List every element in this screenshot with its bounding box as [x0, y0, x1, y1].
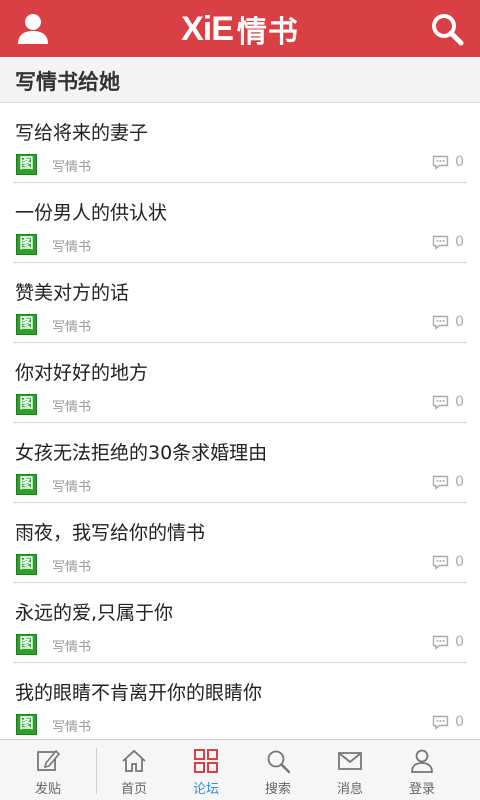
tab-label: 搜索: [264, 782, 291, 797]
post-title[interactable]: 你对好好的地方: [15, 358, 148, 385]
tab-label: 发贴: [34, 782, 61, 797]
tab-login[interactable]: 登录: [386, 740, 458, 800]
app-logo: XiE 情书: [160, 8, 320, 51]
list-item[interactable]: 赞美对方的话 图 写情书 0: [13, 263, 467, 343]
grid-icon: [194, 749, 218, 773]
post-title[interactable]: 一份男人的供认状: [15, 198, 167, 225]
comment-icon: [432, 635, 449, 650]
post-category[interactable]: 写情书: [52, 476, 91, 495]
tab-messages[interactable]: 消息: [314, 740, 386, 800]
comment-count-value: 0: [455, 474, 464, 490]
logo-latin: XiE: [181, 9, 234, 48]
section-title: 写情书给她: [15, 70, 120, 94]
image-tag-badge: 图: [16, 314, 37, 335]
post-category[interactable]: 写情书: [52, 636, 91, 655]
image-tag-badge: 图: [16, 234, 37, 255]
comment-count-value: 0: [455, 394, 464, 410]
user-icon: [18, 14, 48, 44]
image-tag-badge: 图: [16, 554, 37, 575]
comment-count-value: 0: [455, 634, 464, 650]
list-item[interactable]: 一份男人的供认状 图 写情书 0: [13, 183, 467, 263]
comment-count: 0: [432, 234, 464, 250]
edit-icon: [37, 749, 61, 771]
list-item[interactable]: 你对好好的地方 图 写情书 0: [13, 343, 467, 423]
post-category[interactable]: 写情书: [52, 236, 91, 255]
section-header: 写情书给她: [0, 57, 480, 103]
logo-chinese: 情书: [236, 15, 299, 50]
user-icon: [411, 749, 433, 773]
post-category[interactable]: 写情书: [52, 716, 91, 735]
tab-forum[interactable]: 论坛: [170, 740, 242, 800]
post-title[interactable]: 我的眼睛不肯离开你的眼睛你: [15, 678, 262, 705]
tab-post[interactable]: 发贴: [12, 740, 84, 800]
comment-icon: [432, 475, 449, 490]
post-category[interactable]: 写情书: [52, 316, 91, 335]
list-item[interactable]: 永远的爱,只属于你 图 写情书 0: [13, 583, 467, 663]
post-title[interactable]: 雨夜，我写给你的情书: [15, 518, 205, 545]
comment-count-value: 0: [455, 554, 464, 570]
comment-count: 0: [432, 714, 464, 730]
comment-count: 0: [432, 314, 464, 330]
comment-count: 0: [432, 394, 464, 410]
comment-count: 0: [432, 154, 464, 170]
comment-count-value: 0: [455, 154, 464, 170]
tab-label: 登录: [408, 782, 435, 797]
tab-search[interactable]: 搜索: [242, 740, 314, 800]
comment-count-value: 0: [455, 714, 464, 730]
comment-icon: [432, 555, 449, 570]
image-tag-badge: 图: [16, 714, 37, 735]
tab-home[interactable]: 首页: [98, 740, 170, 800]
tab-label: 论坛: [192, 782, 219, 797]
list-item[interactable]: 雨夜，我写给你的情书 图 写情书 0: [13, 503, 467, 583]
comment-count-value: 0: [455, 314, 464, 330]
comment-count-value: 0: [455, 234, 464, 250]
post-list: 写给将来的妻子 图 写情书 0 一份男人的供认状 图 写情书 0 赞美对方的话 …: [0, 103, 480, 739]
search-button[interactable]: [428, 10, 466, 48]
comment-count: 0: [432, 634, 464, 650]
comment-icon: [432, 715, 449, 730]
search-icon: [432, 14, 464, 46]
image-tag-badge: 图: [16, 474, 37, 495]
list-item[interactable]: 女孩无法拒绝的30条求婚理由 图 写情书 0: [13, 423, 467, 503]
comment-icon: [432, 235, 449, 250]
image-tag-badge: 图: [16, 154, 37, 175]
post-title[interactable]: 永远的爱,只属于你: [15, 598, 173, 625]
user-button[interactable]: [14, 10, 52, 48]
post-category[interactable]: 写情书: [52, 556, 91, 575]
search-icon: [267, 750, 291, 774]
mail-icon: [338, 752, 362, 770]
bottom-tab-bar: 发贴 首页 论坛 搜索 消息 登录: [0, 739, 480, 800]
top-app-bar: XiE 情书: [0, 0, 480, 57]
list-item[interactable]: 写给将来的妻子 图 写情书 0: [13, 103, 467, 183]
post-category[interactable]: 写情书: [52, 156, 91, 175]
comment-count: 0: [432, 474, 464, 490]
post-category[interactable]: 写情书: [52, 396, 91, 415]
post-title[interactable]: 赞美对方的话: [15, 278, 129, 305]
list-item[interactable]: 我的眼睛不肯离开你的眼睛你 图 写情书 0: [13, 663, 467, 739]
tab-divider: [96, 748, 97, 794]
comment-icon: [432, 395, 449, 410]
post-title[interactable]: 女孩无法拒绝的30条求婚理由: [15, 438, 267, 465]
image-tag-badge: 图: [16, 394, 37, 415]
comment-icon: [432, 155, 449, 170]
image-tag-badge: 图: [16, 634, 37, 655]
home-icon: [122, 749, 146, 772]
post-title[interactable]: 写给将来的妻子: [15, 118, 148, 145]
comment-count: 0: [432, 554, 464, 570]
comment-icon: [432, 315, 449, 330]
tab-label: 消息: [336, 782, 363, 797]
tab-label: 首页: [120, 782, 147, 797]
